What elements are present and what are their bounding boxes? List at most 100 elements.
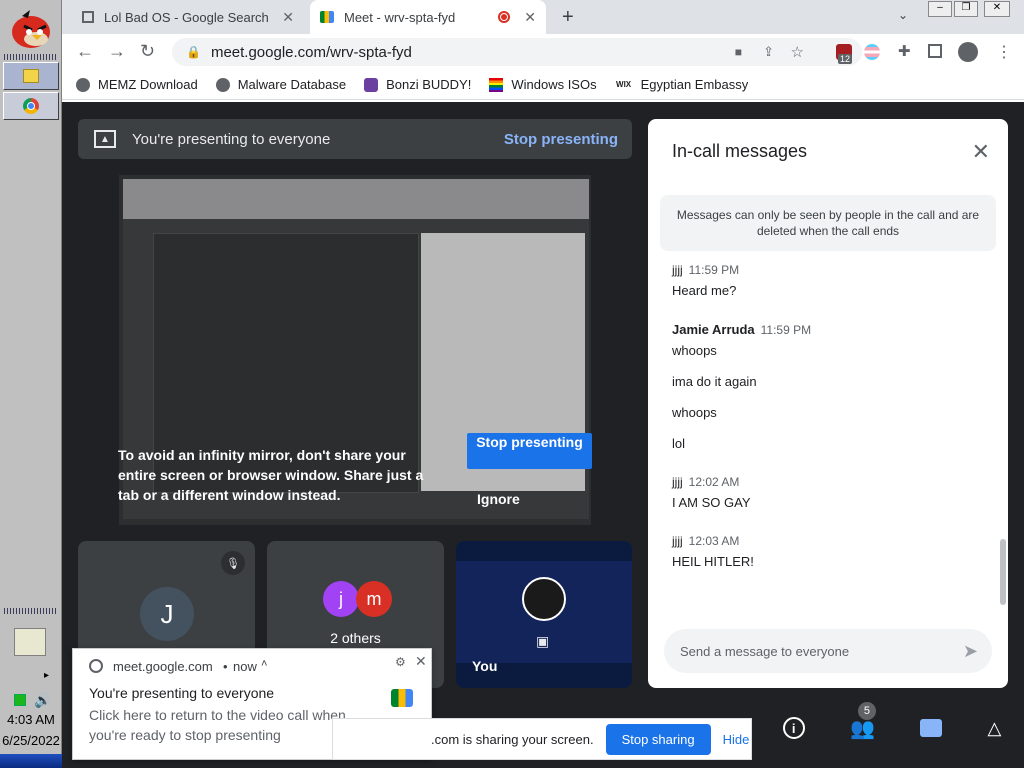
chat-scrollbar[interactable]	[1000, 539, 1006, 605]
infinity-mirror-warning: To avoid an infinity mirror, don't share…	[118, 447, 424, 503]
pride-extension-icon[interactable]	[864, 44, 880, 60]
chat-input[interactable]: Send a message to everyone ➤	[664, 629, 992, 673]
activities-icon[interactable]: △	[988, 718, 1002, 739]
forward-icon[interactable]: →	[108, 41, 126, 62]
muted-mic-icon: 🎙	[221, 551, 245, 575]
participant-tile-you[interactable]: ▣ You	[456, 541, 632, 688]
reload-icon[interactable]: ↻	[140, 41, 155, 62]
share-icon[interactable]: ⇪	[763, 44, 774, 60]
tab-google-search[interactable]: Lol Bad OS - Google Search ✕	[72, 0, 304, 34]
message-sender: jjjj	[672, 475, 683, 489]
meet-controls-right: i 👥 5 △	[760, 701, 1024, 748]
message-time: 12:02 AM	[688, 475, 740, 489]
message-sender: jjjj	[672, 263, 683, 277]
bookmark-item[interactable]: MEMZ Download	[76, 77, 198, 92]
toast-source: meet.google.com	[113, 659, 213, 674]
clock-date: 6/25/2022	[2, 733, 60, 748]
message-group: Jamie Arruda 11:59 PM whoops ima do it ag…	[672, 322, 992, 451]
tab-title: Meet - wrv-spta-fyd	[344, 9, 456, 25]
clock-time: 4:03 AM	[7, 712, 55, 727]
hide-button[interactable]: Hide	[723, 732, 750, 747]
chat-notice: Messages can only be seen by people in t…	[660, 195, 996, 251]
pen-tool-icon[interactable]	[14, 628, 46, 656]
message-group: jjjj 12:02 AM I AM SO GAY	[672, 475, 992, 510]
globe-icon	[215, 77, 230, 92]
new-tab-icon[interactable]: +	[562, 6, 574, 29]
profile-icon[interactable]	[958, 42, 978, 62]
angry-bird-icon	[11, 10, 50, 48]
settings-gear-icon[interactable]: ⚙	[395, 655, 406, 669]
taskbar-app-explorer[interactable]	[3, 62, 59, 90]
chevron-up-icon[interactable]: ˄	[261, 658, 267, 670]
bookmark-item[interactable]: WIX Egyptian Embassy	[615, 77, 748, 92]
screen-sharing-bar: .com is sharing your screen. Stop sharin…	[332, 718, 752, 760]
chrome-icon	[23, 98, 39, 114]
chat-title: In-call messages	[672, 141, 808, 161]
ignore-button[interactable]: Ignore	[477, 491, 520, 507]
taskbar-app-chrome[interactable]	[3, 92, 59, 120]
address-bar[interactable]: 🔒 meet.google.com/wrv-spta-fyd ■ ⇪ ☆	[172, 38, 862, 66]
volume-icon[interactable]: 🔊	[34, 692, 51, 709]
message-time: 11:59 PM	[760, 323, 812, 337]
close-tab-icon[interactable]: ✕	[524, 9, 536, 26]
side-panel-icon[interactable]	[928, 44, 942, 58]
close-window-icon[interactable]: ✕	[984, 1, 1010, 17]
lock-icon: 🔒	[186, 45, 201, 59]
url-text: meet.google.com/wrv-spta-fyd	[210, 43, 412, 61]
folder-icon	[23, 69, 39, 83]
start-logo[interactable]	[6, 6, 56, 50]
info-icon[interactable]: i	[782, 717, 805, 739]
message-time: 11:59 PM	[688, 263, 740, 277]
message-text: I AM SO GAY	[672, 495, 751, 510]
bookmark-item[interactable]: Malware Database	[215, 77, 346, 92]
minimize-icon[interactable]: ‒	[928, 1, 952, 17]
bookmarks-bar: MEMZ Download Malware Database Bonzi BUD…	[62, 70, 1024, 100]
message-time: 12:03 AM	[688, 534, 740, 548]
camera-icon[interactable]: ■	[735, 45, 742, 59]
presenting-banner: ▲ You're presenting to everyone Stop pre…	[78, 119, 632, 159]
stop-presenting-link[interactable]: Stop presenting	[504, 131, 618, 148]
avatar: m	[356, 581, 392, 617]
toolbar: ← → ↻ 🔒 meet.google.com/wrv-spta-fyd ■ ⇪…	[62, 34, 1024, 70]
message-sender: jjjj	[672, 534, 683, 548]
close-tab-icon[interactable]: ✕	[282, 9, 294, 26]
send-icon[interactable]: ➤	[963, 641, 978, 662]
obs-icon	[522, 577, 566, 621]
extension-badge: 12	[838, 54, 853, 64]
message-text: lol	[672, 436, 686, 451]
close-toast-icon[interactable]: ✕	[415, 653, 427, 670]
restore-icon[interactable]: ❐	[954, 1, 978, 17]
chat-icon[interactable]	[920, 719, 943, 737]
bookmark-item[interactable]: Windows ISOs	[489, 77, 597, 92]
message-text: HEIL HITLER!	[672, 554, 754, 569]
tab-meet[interactable]: Meet - wrv-spta-fyd ✕	[310, 0, 546, 34]
toast-when: now	[233, 659, 257, 674]
message-text: whoops	[672, 343, 717, 358]
others-label: 2 others	[330, 630, 381, 646]
globe-icon	[76, 77, 90, 92]
stop-sharing-button[interactable]: Stop sharing	[605, 723, 711, 755]
preview-stop-presenting-button[interactable]: Stop presenting	[467, 433, 592, 469]
people-icon[interactable]: 👥 5	[850, 701, 876, 741]
message-text: whoops	[672, 405, 717, 420]
chrome-icon	[89, 659, 103, 673]
chat-panel: In-call messages ✕ Messages can only be …	[648, 119, 1008, 688]
avatar: J	[140, 587, 194, 641]
close-chat-icon[interactable]: ✕	[972, 139, 990, 165]
taskbar: ▸ 🔊 4:03 AM 6/25/2022	[0, 0, 62, 768]
bookmark-item[interactable]: Bonzi BUDDY!	[364, 77, 471, 92]
tray-expand-icon[interactable]: ▸	[44, 670, 49, 681]
tab-title: Lol Bad OS - Google Search	[104, 9, 269, 25]
back-icon[interactable]: ←	[76, 41, 94, 62]
present-icon: ▲	[94, 130, 116, 148]
avatar: j	[323, 581, 359, 617]
menu-icon[interactable]: ⋮	[996, 42, 1012, 62]
puzzle-icon[interactable]: ✚	[898, 42, 911, 60]
tray-clock[interactable]: 4:03 AM 6/25/2022	[0, 712, 62, 748]
bonzi-icon	[364, 77, 379, 92]
recording-icon	[498, 11, 511, 23]
bookmark-star-icon[interactable]: ☆	[791, 43, 804, 61]
network-icon[interactable]	[14, 694, 26, 706]
tab-search-icon[interactable]: ⌄	[898, 8, 908, 22]
toast-title: You're presenting to everyone	[89, 685, 275, 701]
